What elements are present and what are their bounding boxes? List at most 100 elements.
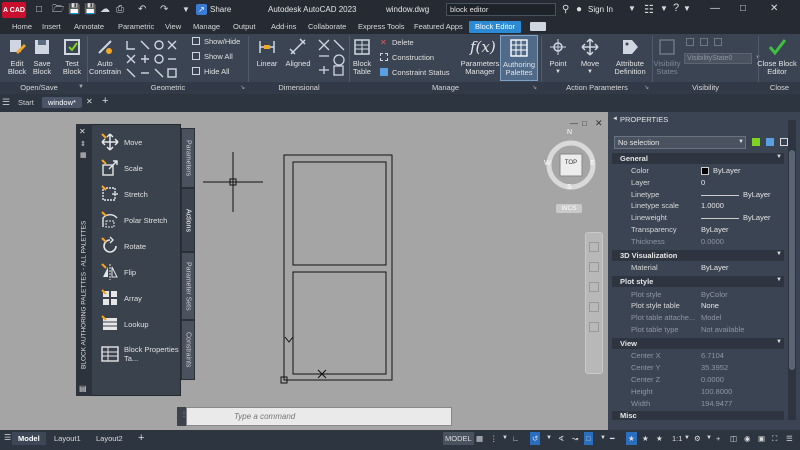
test-block-button[interactable]: Test Block (60, 37, 84, 76)
palette-properties-icon[interactable]: ▦ (80, 151, 87, 159)
autocad-logo[interactable]: A CAD (2, 2, 26, 18)
units-icon[interactable]: ◫ (730, 432, 737, 445)
tab-add-ins[interactable]: Add-ins (271, 22, 296, 32)
auto-scale-icon[interactable]: ★ (642, 432, 649, 445)
tab-parametric[interactable]: Parametric (118, 22, 154, 32)
tab-annotate[interactable]: Annotate (74, 22, 104, 32)
compass-east[interactable]: E (590, 160, 595, 167)
prop-row-color[interactable]: Color ByLayer (612, 165, 784, 177)
palette-item-stretch[interactable]: Stretch (100, 182, 180, 206)
section-misc[interactable]: Misc (612, 411, 784, 420)
new-file-icon[interactable]: □ (36, 4, 42, 16)
tab-collaborate[interactable]: Collaborate (308, 22, 346, 32)
workspace-gear-icon[interactable]: ⚙ (694, 432, 701, 445)
section-view-collapse-icon[interactable]: ▼ (776, 339, 782, 345)
orbit-icon[interactable] (589, 302, 599, 312)
tab-layout1[interactable]: Layout1 (54, 432, 81, 445)
quick-select-icon[interactable] (780, 138, 788, 146)
palette-item-array[interactable]: Array (100, 286, 180, 310)
app-menu-icon[interactable]: ☰ (2, 97, 10, 108)
close-window-icon[interactable]: ✕ (770, 3, 778, 14)
polar-tracking-icon[interactable]: ↺ (530, 432, 541, 445)
share-icon[interactable]: ↗ (196, 4, 207, 15)
compass-south[interactable]: S (567, 184, 572, 191)
move-action-button[interactable]: Move ▼ (576, 37, 604, 76)
section-3d-visualization[interactable]: 3D Visualization (612, 250, 784, 261)
new-layout-icon[interactable]: + (138, 432, 144, 445)
workspace-dropdown-arrow-icon[interactable]: ▼ (706, 432, 712, 445)
authoring-palettes-button[interactable]: Authoring Palettes (500, 35, 538, 81)
selection-dropdown[interactable]: No selection (614, 136, 746, 149)
palette-tab-actions[interactable]: Actions (181, 188, 195, 252)
plot-icon[interactable]: ⎙ (116, 4, 124, 16)
osnap-dropdown-icon[interactable]: ▼ (600, 432, 606, 445)
visibility-mode-icon[interactable] (686, 38, 694, 46)
save-icon[interactable]: 💾 (68, 4, 80, 16)
close-block-editor-button[interactable]: Close Block Editor (754, 37, 800, 76)
palette-close-icon[interactable]: ✕ (79, 127, 86, 136)
tab-view[interactable]: View (165, 22, 181, 32)
section-general[interactable]: General (612, 153, 784, 164)
lineweight-toggle-icon[interactable]: ━ (610, 432, 615, 445)
tab-featured-apps[interactable]: Featured Apps (414, 22, 463, 32)
geometric-dialog-icon[interactable]: ↘ (240, 84, 245, 91)
aligned-button[interactable]: Aligned (283, 37, 313, 68)
tab-start[interactable]: Start (12, 97, 40, 108)
prop-row-plot-style[interactable]: Plot style ByColor (612, 289, 784, 301)
prop-row-center-x[interactable]: Center X 6.7104 (612, 350, 784, 362)
palette-item-flip[interactable]: Flip (100, 260, 180, 284)
tab-insert[interactable]: Insert (42, 22, 61, 32)
palette-item-move[interactable]: Move (100, 130, 180, 154)
user-icon[interactable]: ● (576, 4, 582, 15)
palette-item-block-properties-table[interactable]: Block Properties Ta... (100, 340, 180, 368)
model-space-toggle[interactable]: MODEL (443, 432, 474, 445)
full-navigation-wheel-icon[interactable] (589, 242, 599, 252)
prop-row-layer[interactable]: Layer 0 (612, 177, 784, 189)
isolate-objects-icon[interactable]: ◉ (744, 432, 751, 445)
annotation-scale-icon[interactable]: ★ (656, 432, 663, 445)
layout-menu-icon[interactable]: ☰ (4, 433, 11, 442)
prop-row-lineweight[interactable]: Lineweight ByLayer (612, 212, 784, 224)
prop-row-center-y[interactable]: Center Y 35.3952 (612, 362, 784, 374)
block-table-button[interactable]: Block Table (350, 37, 374, 76)
show-hide-button[interactable]: Show/Hide (204, 37, 240, 46)
tab-manage[interactable]: Manage (193, 22, 220, 32)
palette-tab-parameter-sets[interactable]: Parameter Sets (181, 252, 195, 320)
linear-button[interactable]: Linear (252, 37, 282, 68)
section-plot-style[interactable]: Plot style (612, 276, 784, 287)
search-icon[interactable]: ⚲ (562, 4, 569, 15)
section-general-collapse-icon[interactable]: ▼ (776, 154, 782, 160)
dimensional-small-icons[interactable] (317, 38, 347, 78)
tab-block-editor[interactable]: Block Editor (469, 21, 522, 33)
prop-row-height[interactable]: Height 100.8000 (612, 386, 784, 398)
properties-scrollbar-thumb[interactable] (789, 150, 795, 370)
maximize-icon[interactable]: □ (740, 3, 746, 14)
make-invisible-icon[interactable] (714, 38, 722, 46)
redo-icon[interactable]: ↷ (160, 4, 168, 16)
manage-dialog-icon[interactable]: ↘ (532, 84, 537, 91)
ribbon-toggle-icon[interactable] (530, 22, 546, 31)
ortho-icon[interactable]: ∟ (512, 432, 519, 445)
cart-icon[interactable]: ☷ (644, 3, 654, 16)
customize-status-icon[interactable]: ☰ (786, 432, 793, 445)
toggle-pickadd-icon[interactable] (752, 138, 760, 146)
web-open-icon[interactable]: ☁ (100, 4, 110, 16)
select-objects-icon[interactable] (766, 138, 774, 146)
compass-north[interactable]: N (567, 129, 572, 136)
share-button[interactable]: Share (210, 5, 231, 14)
help-dropdown-icon[interactable]: ▼ (683, 4, 691, 13)
palette-menu-icon[interactable]: ▤ (79, 384, 87, 393)
point-dropdown-icon[interactable]: ▼ (544, 68, 572, 76)
zoom-extents-icon[interactable] (589, 282, 599, 292)
save-block-button[interactable]: Save Block (30, 37, 54, 76)
cart-dropdown-icon[interactable]: ▼ (660, 4, 668, 13)
compass-west[interactable]: W (544, 160, 551, 167)
undo-icon[interactable]: ↶ (138, 4, 146, 16)
prop-row-transparency[interactable]: Transparency ByLayer (612, 224, 784, 236)
save-as-icon[interactable]: 💾 (84, 4, 96, 16)
prop-row-plot-table-type[interactable]: Plot table type Not available (612, 324, 784, 336)
scale-dropdown-icon[interactable]: ▼ (684, 432, 690, 445)
prop-row-material[interactable]: Material ByLayer (612, 262, 784, 274)
tab-express-tools[interactable]: Express Tools (358, 22, 405, 32)
tab-home[interactable]: Home (12, 22, 32, 32)
